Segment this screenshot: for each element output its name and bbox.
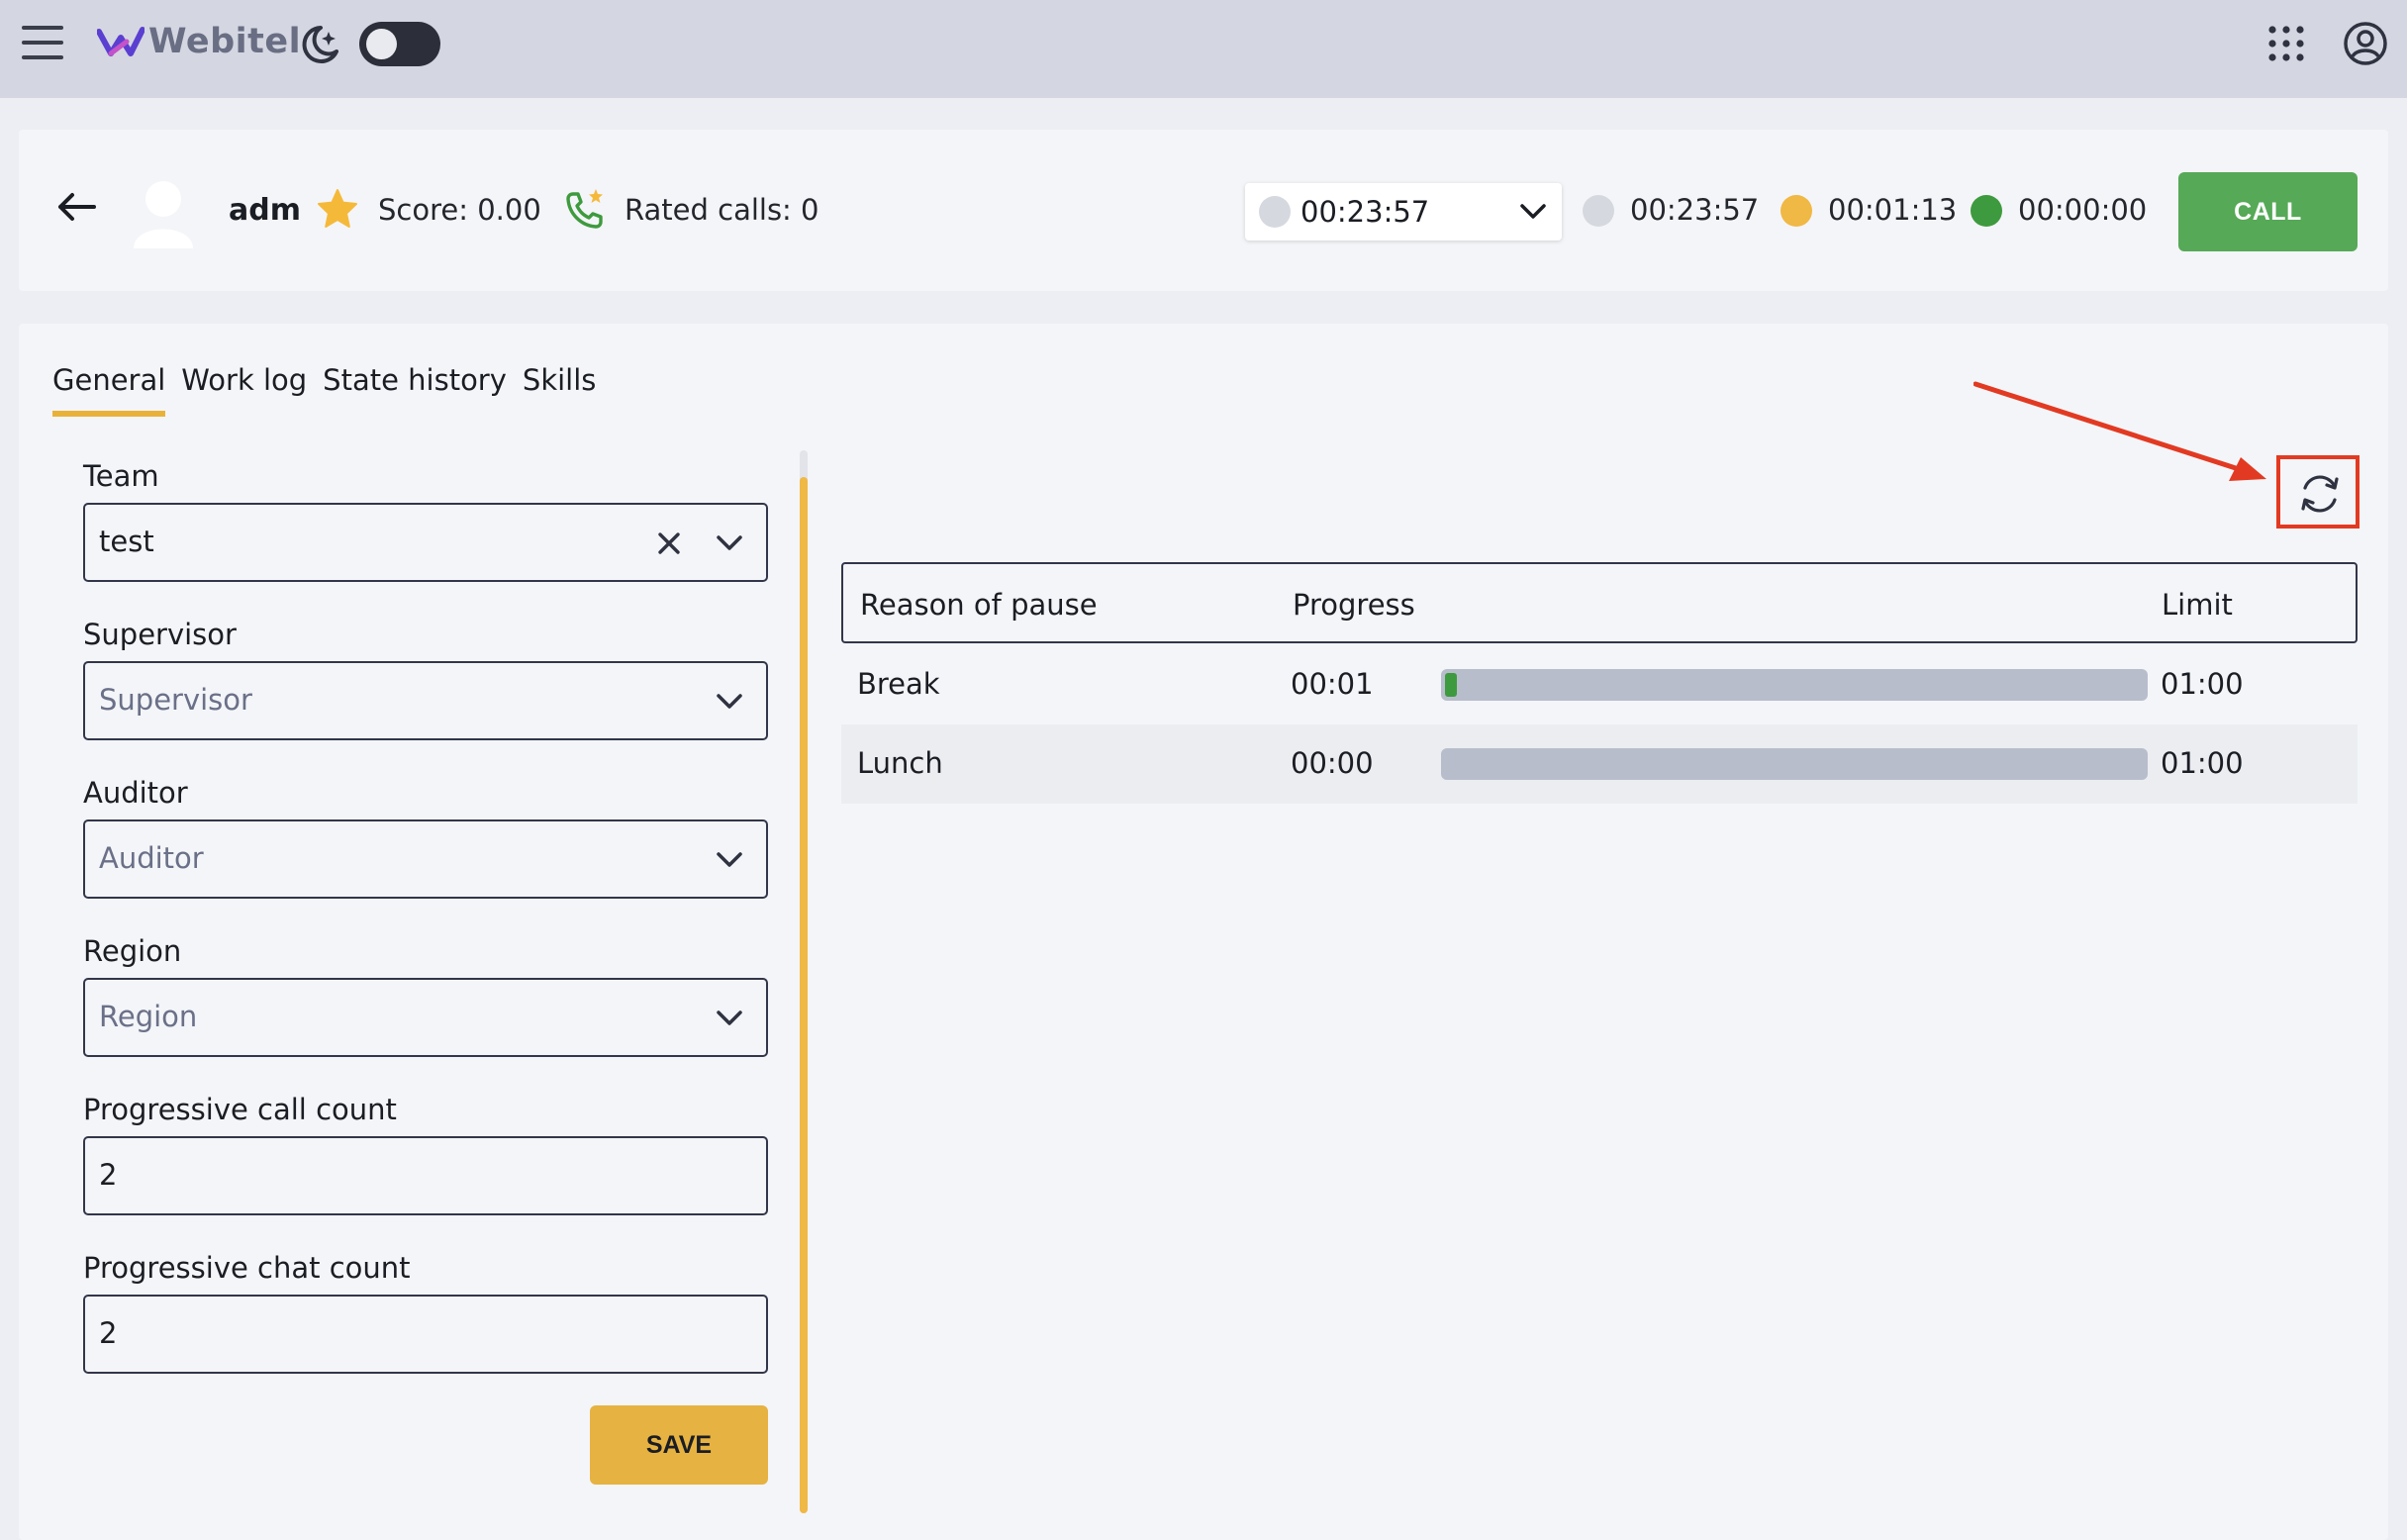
progressive-chat-count-value: 2	[99, 1316, 118, 1350]
progressive-chat-count-input[interactable]: 2	[83, 1295, 768, 1374]
auditor-label: Auditor	[83, 776, 188, 810]
refresh-icon	[2301, 475, 2339, 513]
scrollbar-thumb[interactable]	[800, 477, 808, 1513]
tab-state-history[interactable]: State history	[323, 363, 507, 417]
tab-skills[interactable]: Skills	[523, 363, 596, 417]
column-reason: Reason of pause	[860, 588, 1098, 622]
online-timer: 00:23:57	[1630, 193, 1760, 227]
refresh-button[interactable]	[2276, 455, 2359, 529]
toggle-knob	[366, 29, 397, 59]
rated-calls: Rated calls: 0	[625, 193, 819, 227]
progressive-call-count-value: 2	[99, 1158, 118, 1192]
avatar	[134, 181, 193, 248]
chevron-down-icon	[1520, 204, 1546, 219]
tab-work-log[interactable]: Work log	[181, 363, 307, 417]
apps-grid-icon[interactable]	[2266, 24, 2306, 63]
agent-name: adm	[229, 193, 301, 228]
table-row: Lunch 00:00 01:00	[841, 724, 2358, 804]
save-button[interactable]: SAVE	[590, 1405, 768, 1485]
pause-reason: Lunch	[857, 746, 943, 780]
region-select[interactable]: Region	[83, 978, 768, 1057]
status-select-value: 00:23:57	[1300, 195, 1430, 229]
pause-progress-bar	[1441, 748, 2148, 780]
chevron-down-icon	[717, 694, 742, 709]
chevron-down-icon	[717, 1011, 742, 1025]
table-row: Break 00:01 01:00	[841, 645, 2358, 724]
agent-status-select[interactable]: 00:23:57	[1245, 183, 1562, 241]
tabs: General Work log State history Skills	[52, 363, 612, 417]
back-arrow-icon[interactable]	[54, 185, 98, 229]
column-limit: Limit	[2162, 588, 2233, 622]
chevron-down-icon	[717, 852, 742, 867]
pause-timer: 00:01:13	[1828, 193, 1958, 227]
pause-limit: 01:00	[2161, 667, 2244, 701]
dark-mode-toggle[interactable]	[359, 22, 440, 66]
auditor-select[interactable]: Auditor	[83, 819, 768, 899]
agent-score: Score: 0.00	[378, 193, 541, 227]
column-progress: Progress	[1293, 588, 1415, 622]
busy-timer: 00:00:00	[2018, 193, 2148, 227]
moon-stars-icon	[302, 26, 338, 63]
supervisor-select[interactable]: Supervisor	[83, 661, 768, 740]
logo[interactable]: Webitel	[97, 20, 301, 63]
progressive-call-count-label: Progressive call count	[83, 1093, 397, 1126]
pause-limit: 01:00	[2161, 746, 2244, 780]
pause-reason: Break	[857, 667, 940, 701]
progressive-call-count-input[interactable]: 2	[83, 1136, 768, 1215]
supervisor-label: Supervisor	[83, 618, 237, 651]
agent-details-card: General Work log State history Skills Te…	[19, 324, 2388, 1540]
account-icon[interactable]	[2342, 20, 2389, 67]
chevron-down-icon	[717, 535, 742, 550]
region-placeholder: Region	[99, 1000, 198, 1033]
pause-progress-fill	[1445, 673, 1457, 697]
pause-status-dot	[1781, 195, 1812, 227]
pause-progress-bar	[1441, 669, 2148, 701]
progressive-chat-count-label: Progressive chat count	[83, 1251, 411, 1285]
top-app-bar: Webitel	[0, 0, 2407, 98]
rated-call-icon	[566, 189, 603, 229]
tab-general[interactable]: General	[52, 363, 166, 417]
auditor-placeholder: Auditor	[99, 841, 204, 875]
online-status-dot	[1583, 195, 1614, 227]
call-button[interactable]: CALL	[2178, 172, 2358, 251]
team-value: test	[99, 525, 154, 558]
team-label: Team	[83, 459, 159, 493]
agent-header: adm Score: 0.00 Rated calls: 0 00:23:57 …	[19, 130, 2388, 291]
clear-icon[interactable]	[655, 529, 683, 557]
status-dot	[1259, 196, 1291, 228]
team-select[interactable]: test	[83, 503, 768, 582]
region-label: Region	[83, 934, 182, 968]
pause-elapsed: 00:00	[1291, 746, 1374, 780]
pause-elapsed: 00:01	[1291, 667, 1374, 701]
webitel-logo-icon	[97, 27, 144, 56]
menu-icon[interactable]	[22, 26, 63, 59]
pause-table-header: Reason of pause Progress Limit	[841, 562, 2358, 643]
busy-status-dot	[1971, 195, 2002, 227]
star-icon	[318, 189, 357, 228]
brand-name: Webitel	[148, 22, 302, 61]
annotation-arrow	[1974, 381, 2266, 481]
supervisor-placeholder: Supervisor	[99, 683, 252, 717]
